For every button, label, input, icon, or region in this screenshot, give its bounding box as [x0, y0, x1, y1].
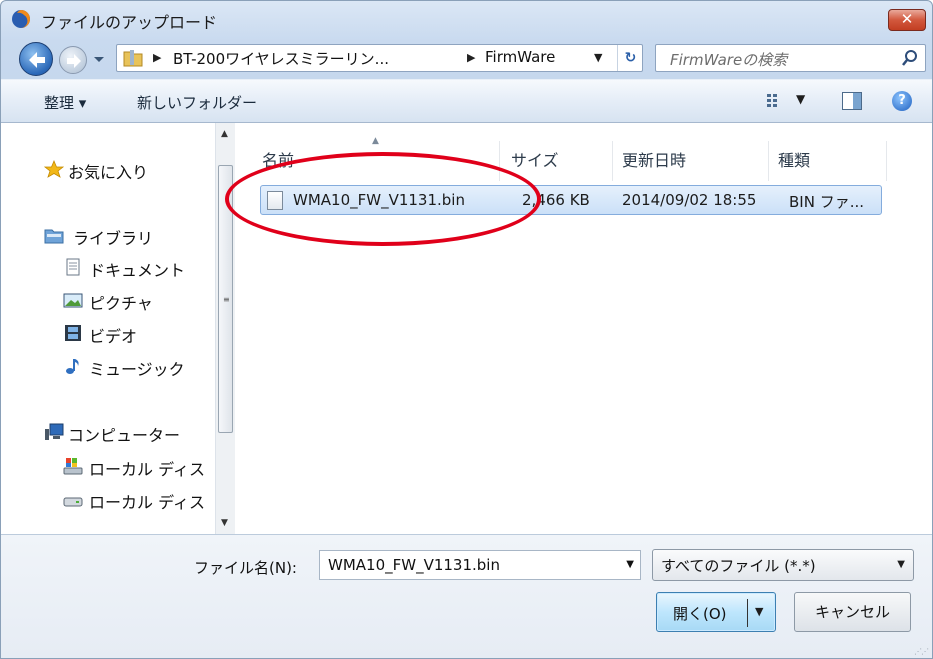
nav-label: お気に入り: [68, 163, 149, 182]
nav-item-computer[interactable]: コンピューター: [1, 418, 215, 446]
nav-label: コンピューター: [68, 426, 181, 445]
nav-label: ミュージック: [89, 360, 185, 379]
library-icon: [44, 229, 64, 244]
preview-pane-icon[interactable]: [842, 92, 862, 110]
file-upload-dialog: ファイルのアップロード ✕ ▶ BT-200ワイヤレスミラーリン... ▶ Fi…: [0, 0, 933, 659]
scroll-down-icon[interactable]: ▼: [221, 518, 228, 528]
search-placeholder: FirmWareの検索: [670, 51, 788, 69]
video-icon: [65, 325, 81, 341]
file-type-filter[interactable]: すべてのファイル (*.*) ▼: [652, 549, 914, 581]
view-dropdown-icon[interactable]: ▼: [796, 92, 805, 106]
dialog-footer: ファイル名(N): WMA10_FW_V1131.bin ▼ すべてのファイル …: [1, 534, 932, 658]
nav-item-music[interactable]: ミュージック: [1, 352, 215, 380]
file-type-filter-value: すべてのファイル (*.*): [661, 557, 816, 575]
back-button[interactable]: [19, 42, 53, 76]
filename-value: WMA10_FW_V1131.bin: [328, 556, 500, 574]
computer-icon: [45, 423, 64, 440]
folder-icon: [123, 50, 143, 67]
breadcrumb-separator-icon[interactable]: ▶: [467, 51, 475, 64]
filename-dropdown-icon[interactable]: ▼: [626, 559, 634, 570]
arrow-right-icon: [67, 54, 81, 68]
nav-label: ローカル ディス: [89, 493, 205, 512]
nav-item-libraries[interactable]: ライブラリ: [1, 221, 215, 249]
nav-label: ドキュメント: [89, 261, 186, 280]
nav-label: ライブラリ: [73, 229, 154, 248]
command-bar: 整理 ▾ 新しいフォルダー ▼ ?: [1, 79, 932, 123]
annotation-ellipse: [225, 152, 541, 246]
address-dropdown-icon[interactable]: ▼: [594, 51, 602, 64]
music-note-icon: [66, 359, 79, 374]
nav-item-documents[interactable]: ドキュメント: [1, 253, 215, 281]
navigation-pane: お気に入り ライブラリ ドキュメント ピクチャ ビデオ ミュージック コンピュー…: [1, 123, 215, 534]
forward-button[interactable]: [59, 46, 87, 74]
sort-ascending-icon: ▲: [372, 136, 379, 146]
window-title: ファイルのアップロード: [41, 13, 218, 32]
picture-icon: [63, 293, 83, 308]
grip-icon: ≡: [223, 295, 230, 304]
firefox-icon: [12, 10, 30, 28]
nav-item-favorites[interactable]: お気に入り: [1, 155, 215, 183]
column-divider[interactable]: [768, 141, 769, 181]
search-icon[interactable]: [901, 49, 919, 67]
file-type: BIN ファ...: [789, 193, 865, 211]
nav-item-pictures[interactable]: ピクチャ: [1, 286, 215, 314]
scroll-up-icon[interactable]: ▲: [221, 129, 228, 139]
open-button[interactable]: 開く(O) ▼: [656, 592, 776, 632]
open-button-label: 開く(O): [673, 605, 727, 623]
document-icon: [66, 258, 80, 276]
open-dropdown-icon[interactable]: ▼: [755, 605, 763, 618]
nav-label: ピクチャ: [89, 294, 153, 313]
title-bar: ファイルのアップロード ✕: [1, 1, 932, 37]
navigation-bar: ▶ BT-200ワイヤレスミラーリン... ▶ FirmWare ▼ ↻ Fir…: [1, 37, 932, 79]
nav-label: ローカル ディス: [89, 460, 205, 479]
column-header-date[interactable]: 更新日時: [622, 147, 686, 171]
breadcrumb-current[interactable]: FirmWare: [485, 48, 555, 66]
arrow-left-icon: [29, 52, 45, 68]
address-bar[interactable]: ▶ BT-200ワイヤレスミラーリン... ▶ FirmWare ▼ ↻: [116, 44, 643, 72]
breadcrumb-parent[interactable]: BT-200ワイヤレスミラーリン...: [173, 48, 389, 69]
resize-grip-icon[interactable]: ⋰⋰: [914, 647, 929, 656]
new-folder-button[interactable]: 新しいフォルダー: [137, 92, 257, 113]
filename-input[interactable]: WMA10_FW_V1131.bin ▼: [319, 550, 641, 580]
column-divider[interactable]: [886, 141, 887, 181]
search-box[interactable]: FirmWareの検索: [655, 44, 926, 72]
open-split-divider: [747, 599, 748, 627]
file-date: 2014/09/02 18:55: [622, 191, 757, 209]
cancel-button[interactable]: キャンセル: [794, 592, 911, 632]
drive-icon: [63, 497, 83, 507]
close-button[interactable]: ✕: [888, 9, 926, 31]
column-divider[interactable]: [612, 141, 613, 181]
column-header-type[interactable]: 種類: [778, 147, 810, 171]
column-header-size[interactable]: サイズ: [511, 147, 559, 171]
system-drive-icon: [63, 458, 83, 475]
refresh-icon[interactable]: ↻: [617, 45, 643, 71]
view-options-icon[interactable]: [767, 94, 785, 108]
organize-menu[interactable]: 整理 ▾: [44, 92, 86, 113]
filename-label: ファイル名(N):: [194, 559, 297, 577]
recent-pages-dropdown-icon[interactable]: [91, 51, 107, 67]
nav-item-local-disk-1[interactable]: ローカル ディス: [1, 452, 215, 480]
breadcrumb-separator-icon[interactable]: ▶: [153, 51, 161, 64]
star-icon: [44, 160, 64, 178]
nav-label: ビデオ: [89, 327, 138, 346]
filter-dropdown-icon[interactable]: ▼: [897, 559, 905, 570]
nav-item-local-disk-2[interactable]: ローカル ディス: [1, 485, 215, 513]
nav-item-videos[interactable]: ビデオ: [1, 319, 215, 347]
help-icon[interactable]: ?: [892, 91, 912, 111]
